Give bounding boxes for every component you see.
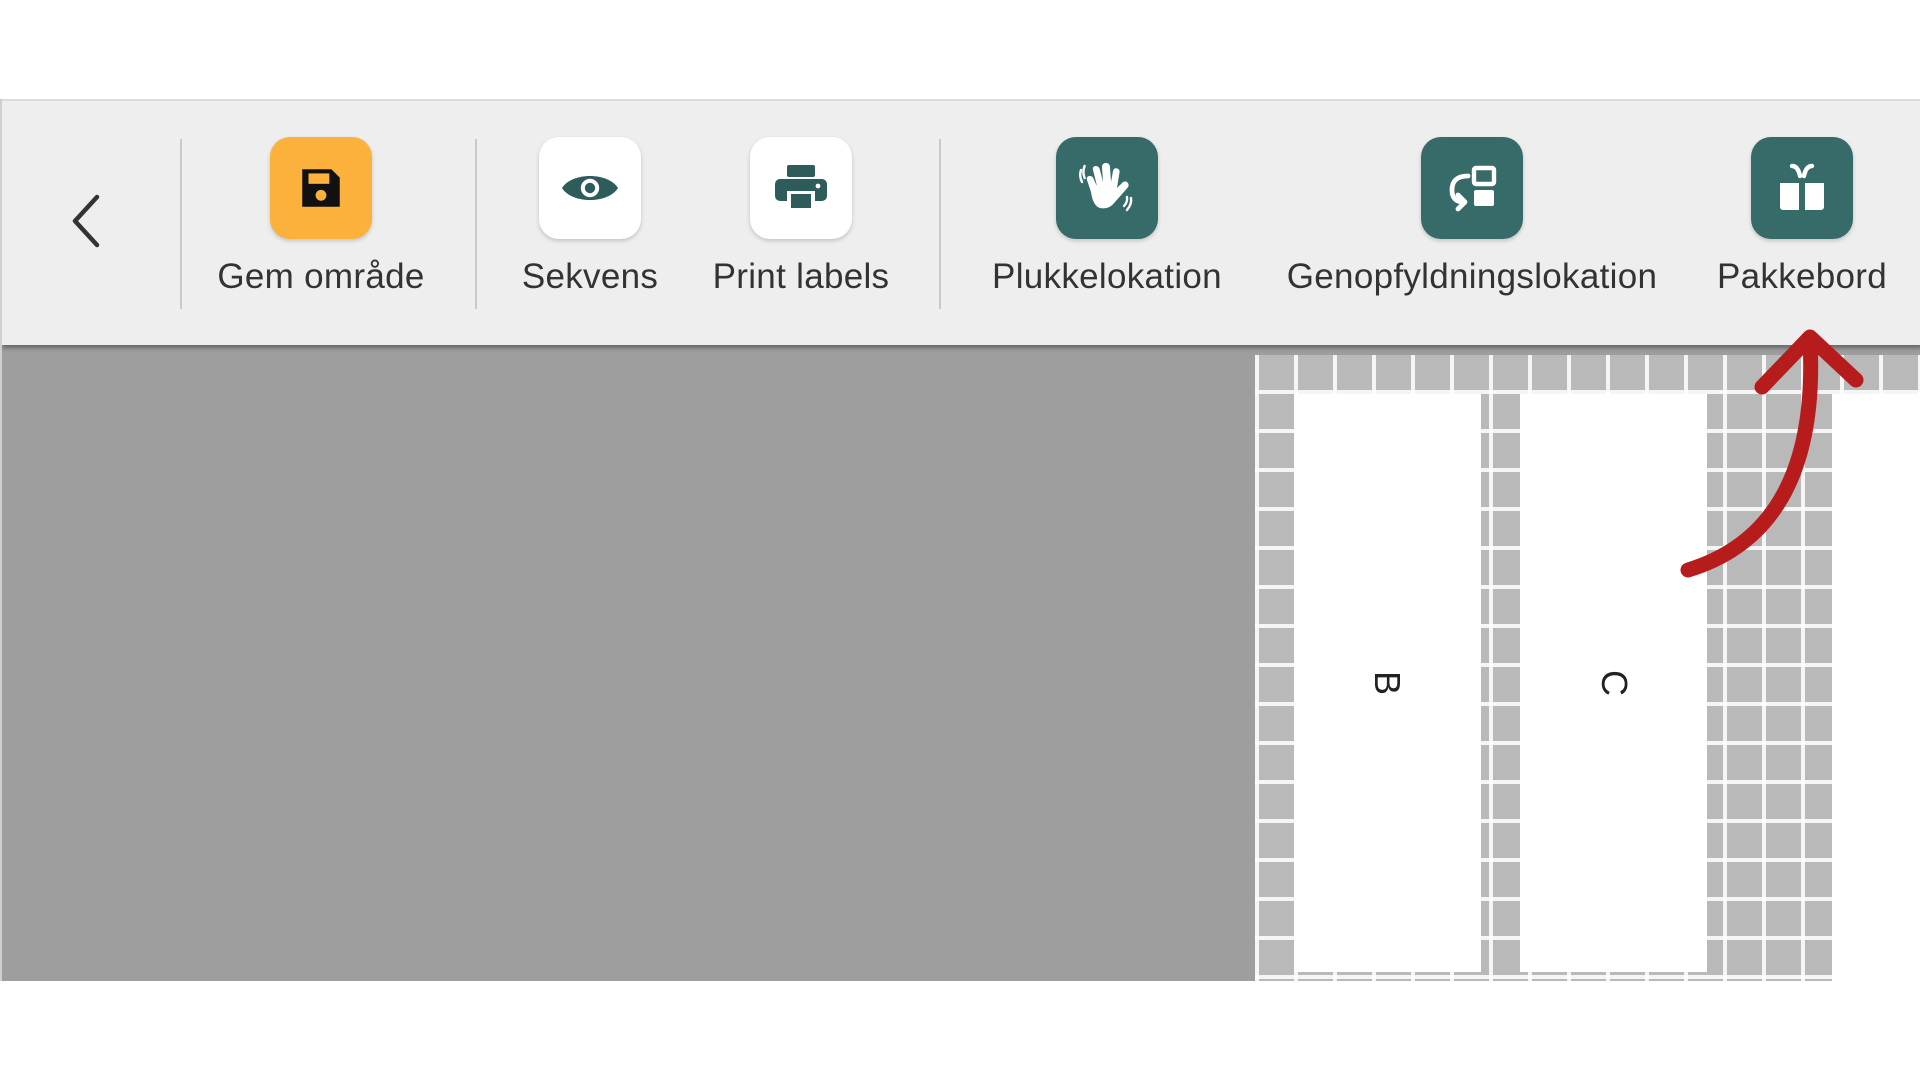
sequence-button[interactable]: Sekvens [499, 137, 681, 297]
back-button[interactable] [52, 181, 122, 261]
save-area-button[interactable]: Gem område [199, 137, 443, 297]
replenish-icon [1449, 165, 1497, 212]
aisle-d-label: D [1916, 791, 1920, 817]
save-area-tile [270, 137, 372, 239]
hand-wave-icon [1079, 163, 1133, 212]
pick-location-label: Plukkelokation [992, 257, 1222, 296]
replenish-location-label: Genopfyldningslokation [1286, 257, 1658, 296]
printer-icon [775, 165, 827, 211]
replenish-location-button[interactable]: Genopfyldningslokation [1262, 137, 1682, 297]
floppy-disk-icon [302, 169, 340, 207]
toolbar: Gem område Sekvens Print labels Plukkelo… [2, 99, 1920, 345]
sequence-label: Sekvens [521, 257, 659, 296]
chevron-left-icon [72, 194, 100, 248]
save-area-label: Gem område [217, 257, 425, 296]
gift-box-icon [1778, 163, 1826, 210]
packing-table-button[interactable]: Pakkebord [1702, 137, 1902, 297]
aisle-b-label: B [1367, 670, 1409, 696]
print-labels-button[interactable]: Print labels [692, 137, 910, 297]
aisle-c[interactable]: C [1520, 394, 1707, 972]
eye-icon [562, 176, 618, 200]
replenish-location-tile [1421, 137, 1523, 239]
aisle-d[interactable]: D [1832, 394, 1920, 981]
pick-location-tile [1056, 137, 1158, 239]
aisle-c-label: C [1593, 670, 1635, 696]
print-labels-label: Print labels [712, 257, 890, 296]
toolbar-divider [475, 139, 477, 309]
toolbar-divider [939, 139, 941, 309]
print-labels-tile [750, 137, 852, 239]
app-frame: Gem område Sekvens Print labels Plukkelo… [0, 99, 1920, 981]
aisle-b[interactable]: B [1294, 394, 1481, 972]
pick-location-button[interactable]: Plukkelokation [970, 137, 1244, 297]
packing-table-label: Pakkebord [1716, 257, 1888, 296]
sequence-tile [539, 137, 641, 239]
toolbar-divider [180, 139, 182, 309]
packing-table-tile [1751, 137, 1853, 239]
warehouse-map[interactable]: B C D [1255, 355, 1920, 981]
